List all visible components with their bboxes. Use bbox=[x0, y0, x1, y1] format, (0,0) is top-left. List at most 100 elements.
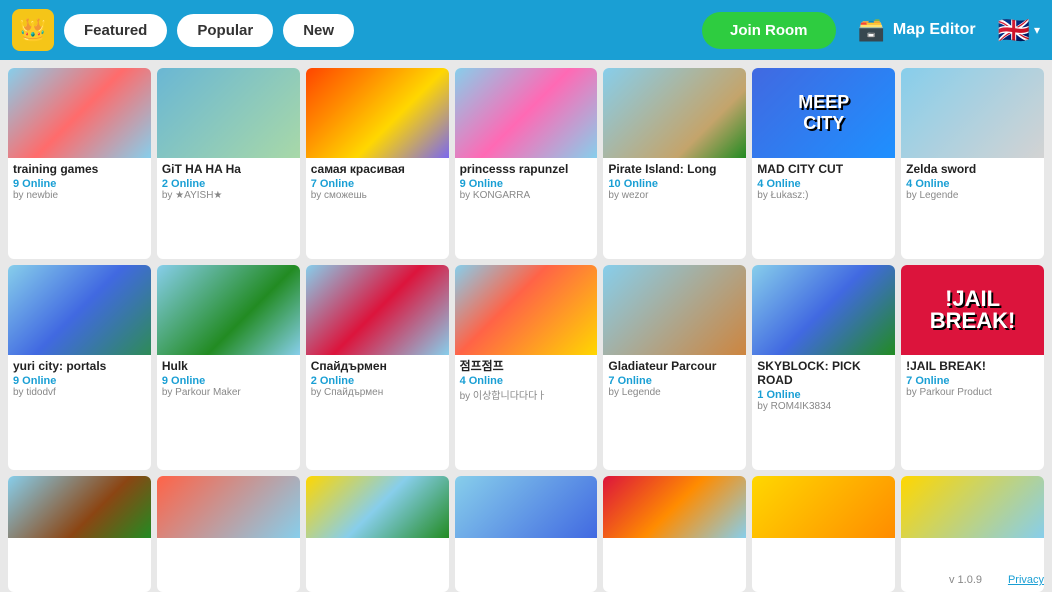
game-thumbnail bbox=[603, 68, 746, 158]
game-title: GiT HA HA Ha bbox=[162, 162, 295, 176]
game-card[interactable]: training games 9 Onlineby newbie bbox=[8, 68, 151, 259]
game-card[interactable]: princesss rapunzel9 Onlineby KONGARRA bbox=[455, 68, 598, 259]
game-author: by ROM4IK3834 bbox=[757, 401, 890, 412]
game-card[interactable]: !JAILBREAK! !JAIL BREAK!7 Onlineby Parkou… bbox=[901, 265, 1044, 470]
crown-icon: 👑 bbox=[12, 9, 54, 51]
game-card[interactable]: Zelda sword4 Onlineby Legende bbox=[901, 68, 1044, 259]
game-thumbnail bbox=[157, 265, 300, 355]
game-thumbnail: !JAILBREAK! bbox=[901, 265, 1044, 355]
game-online-count: 2 Online bbox=[311, 375, 444, 387]
game-online-count: 7 Online bbox=[311, 178, 444, 190]
game-online-count: 7 Online bbox=[608, 375, 741, 387]
language-button[interactable]: 🇬🇧 ▾ bbox=[998, 15, 1040, 46]
nav-new-button[interactable]: New bbox=[283, 14, 354, 47]
flag-icon: 🇬🇧 bbox=[998, 15, 1030, 46]
chevron-down-icon: ▾ bbox=[1034, 23, 1040, 37]
game-online-count: 9 Online bbox=[162, 375, 295, 387]
game-info: самая красивая 7 Onlineby сможешь bbox=[306, 158, 449, 259]
game-author: by Legende bbox=[608, 387, 741, 398]
game-info: Zelda sword4 Onlineby Legende bbox=[901, 158, 1044, 259]
game-card[interactable]: GiT HA HA Ha 2 Onlineby ★AYISH★ bbox=[157, 68, 300, 259]
game-thumbnail bbox=[752, 265, 895, 355]
game-thumbnail bbox=[455, 476, 598, 538]
game-info: MAD CITY CUT4 Onlineby Łukasz:) bbox=[752, 158, 895, 259]
game-info: yuri city: portals 9 Onlineby tidodvf bbox=[8, 355, 151, 470]
game-author: by Parkour Product bbox=[906, 387, 1039, 398]
map-editor-icon: 🗃️ bbox=[858, 17, 885, 43]
nav-featured-button[interactable]: Featured bbox=[64, 14, 167, 47]
game-card[interactable]: yuri city: portals 9 Onlineby tidodvf bbox=[8, 265, 151, 470]
game-thumbnail bbox=[455, 68, 598, 158]
game-online-count: 9 Online bbox=[460, 178, 593, 190]
nav-popular-button[interactable]: Popular bbox=[177, 14, 273, 47]
game-card[interactable]: 점프점프 4 Onlineby 이상합니다다다ㅏ bbox=[455, 265, 598, 470]
game-online-count: 4 Online bbox=[906, 178, 1039, 190]
map-editor-label: Map Editor bbox=[893, 21, 976, 39]
game-title: princesss rapunzel bbox=[460, 162, 593, 176]
game-online-count: 4 Online bbox=[460, 375, 593, 387]
game-title: Hulk bbox=[162, 359, 295, 373]
game-info: SKYBLOCK: PICK ROAD1 Onlineby ROM4IK3834 bbox=[752, 355, 895, 470]
game-card[interactable] bbox=[455, 476, 598, 592]
game-title: yuri city: portals bbox=[13, 359, 146, 373]
game-card[interactable] bbox=[157, 476, 300, 592]
game-thumbnail bbox=[901, 68, 1044, 158]
game-info: training games 9 Onlineby newbie bbox=[8, 158, 151, 259]
privacy-link[interactable]: Privacy bbox=[1008, 574, 1044, 586]
game-author: by сможешь bbox=[311, 190, 444, 201]
game-online-count: 9 Online bbox=[13, 178, 146, 190]
game-title: MAD CITY CUT bbox=[757, 162, 890, 176]
game-title: training games bbox=[13, 162, 146, 176]
game-card[interactable]: Спайдърмен 2 Onlineby Спайдърмен bbox=[306, 265, 449, 470]
game-author: by Спайдърмен bbox=[311, 387, 444, 398]
game-thumbnail bbox=[8, 68, 151, 158]
game-card[interactable] bbox=[752, 476, 895, 592]
game-card[interactable]: Pirate Island: Long10 Onlineby wezor bbox=[603, 68, 746, 259]
game-author: by Legende bbox=[906, 190, 1039, 201]
game-info: !JAIL BREAK!7 Onlineby Parkour Product bbox=[901, 355, 1044, 470]
game-author: by newbie bbox=[13, 190, 146, 201]
game-author: by 이상합니다다다ㅏ bbox=[460, 387, 593, 402]
game-info: Gladiateur Parcour7 Onlineby Legende bbox=[603, 355, 746, 470]
game-thumbnail bbox=[306, 68, 449, 158]
game-grid: training games9 Onlineby newbieGiT HA HA… bbox=[0, 60, 1052, 592]
game-title: самая красивая bbox=[311, 162, 444, 176]
game-author: by ★AYISH★ bbox=[162, 190, 295, 201]
game-thumbnail: MEEPCITY bbox=[752, 68, 895, 158]
game-card[interactable]: Hulk9 Onlineby Parkour Maker bbox=[157, 265, 300, 470]
game-info: Pirate Island: Long10 Onlineby wezor bbox=[603, 158, 746, 259]
game-thumbnail bbox=[8, 265, 151, 355]
game-online-count: 9 Online bbox=[13, 375, 146, 387]
game-online-count: 4 Online bbox=[757, 178, 890, 190]
game-info: Hulk9 Onlineby Parkour Maker bbox=[157, 355, 300, 470]
game-online-count: 10 Online bbox=[608, 178, 741, 190]
game-card[interactable] bbox=[306, 476, 449, 592]
version-label: v 1.0.9 bbox=[949, 574, 982, 586]
game-card[interactable]: MEEPCITYMAD CITY CUT4 Onlineby Łukasz:) bbox=[752, 68, 895, 259]
game-title: Спайдърмен bbox=[311, 359, 444, 373]
game-info: princesss rapunzel9 Onlineby KONGARRA bbox=[455, 158, 598, 259]
map-editor-area: 🗃️ Map Editor bbox=[858, 17, 976, 43]
game-author: by tidodvf bbox=[13, 387, 146, 398]
game-thumbnail bbox=[901, 476, 1044, 538]
game-title: Pirate Island: Long bbox=[608, 162, 741, 176]
game-card[interactable] bbox=[603, 476, 746, 592]
game-title: 점프점프 bbox=[460, 359, 593, 373]
header: 👑 Featured Popular New Join Room 🗃️ Map … bbox=[0, 0, 1052, 60]
game-thumbnail bbox=[603, 265, 746, 355]
game-card[interactable] bbox=[8, 476, 151, 592]
game-title: SKYBLOCK: PICK ROAD bbox=[757, 359, 890, 388]
thumb-label: !JAILBREAK! bbox=[930, 288, 1016, 332]
game-thumbnail bbox=[8, 476, 151, 538]
game-info: 점프점프 4 Onlineby 이상합니다다다ㅏ bbox=[455, 355, 598, 470]
game-card[interactable]: самая красивая 7 Onlineby сможешь bbox=[306, 68, 449, 259]
game-thumbnail bbox=[157, 476, 300, 538]
game-card[interactable]: SKYBLOCK: PICK ROAD1 Onlineby ROM4IK3834 bbox=[752, 265, 895, 470]
game-thumbnail bbox=[752, 476, 895, 538]
game-thumbnail bbox=[603, 476, 746, 538]
game-online-count: 2 Online bbox=[162, 178, 295, 190]
join-room-button[interactable]: Join Room bbox=[702, 12, 836, 49]
game-online-count: 7 Online bbox=[906, 375, 1039, 387]
game-card[interactable]: Gladiateur Parcour7 Onlineby Legende bbox=[603, 265, 746, 470]
game-thumbnail bbox=[157, 68, 300, 158]
